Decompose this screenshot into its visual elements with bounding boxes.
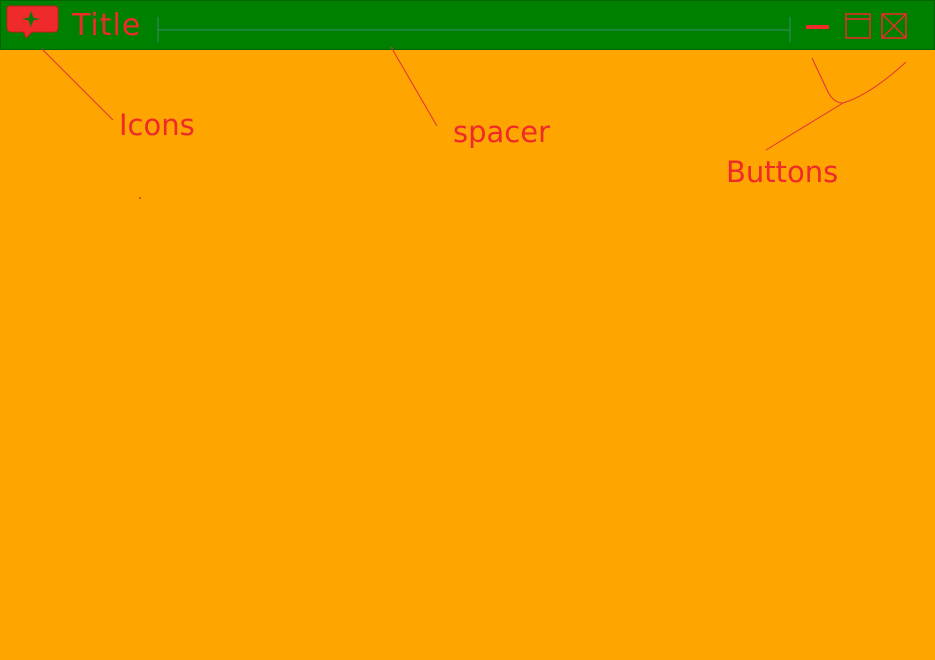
- maximize-icon[interactable]: [845, 13, 871, 39]
- spacer-line: [157, 17, 791, 42]
- buttons-leader-line-down: [765, 102, 844, 151]
- diagram-canvas: Title Icons spacer Buttons: [0, 0, 935, 660]
- diagram-overlay: [6, 5, 907, 199]
- buttons-leader-line-right: [842, 61, 907, 104]
- leader-lines: [41, 46, 907, 151]
- speech-bubble-star-icon[interactable]: [6, 5, 59, 39]
- buttons-leader-line-left: [811, 57, 844, 104]
- spacer-leader-line: [390, 46, 438, 127]
- close-icon[interactable]: [881, 13, 907, 39]
- icons-leader-line: [41, 48, 114, 121]
- stray-dot: [139, 197, 141, 199]
